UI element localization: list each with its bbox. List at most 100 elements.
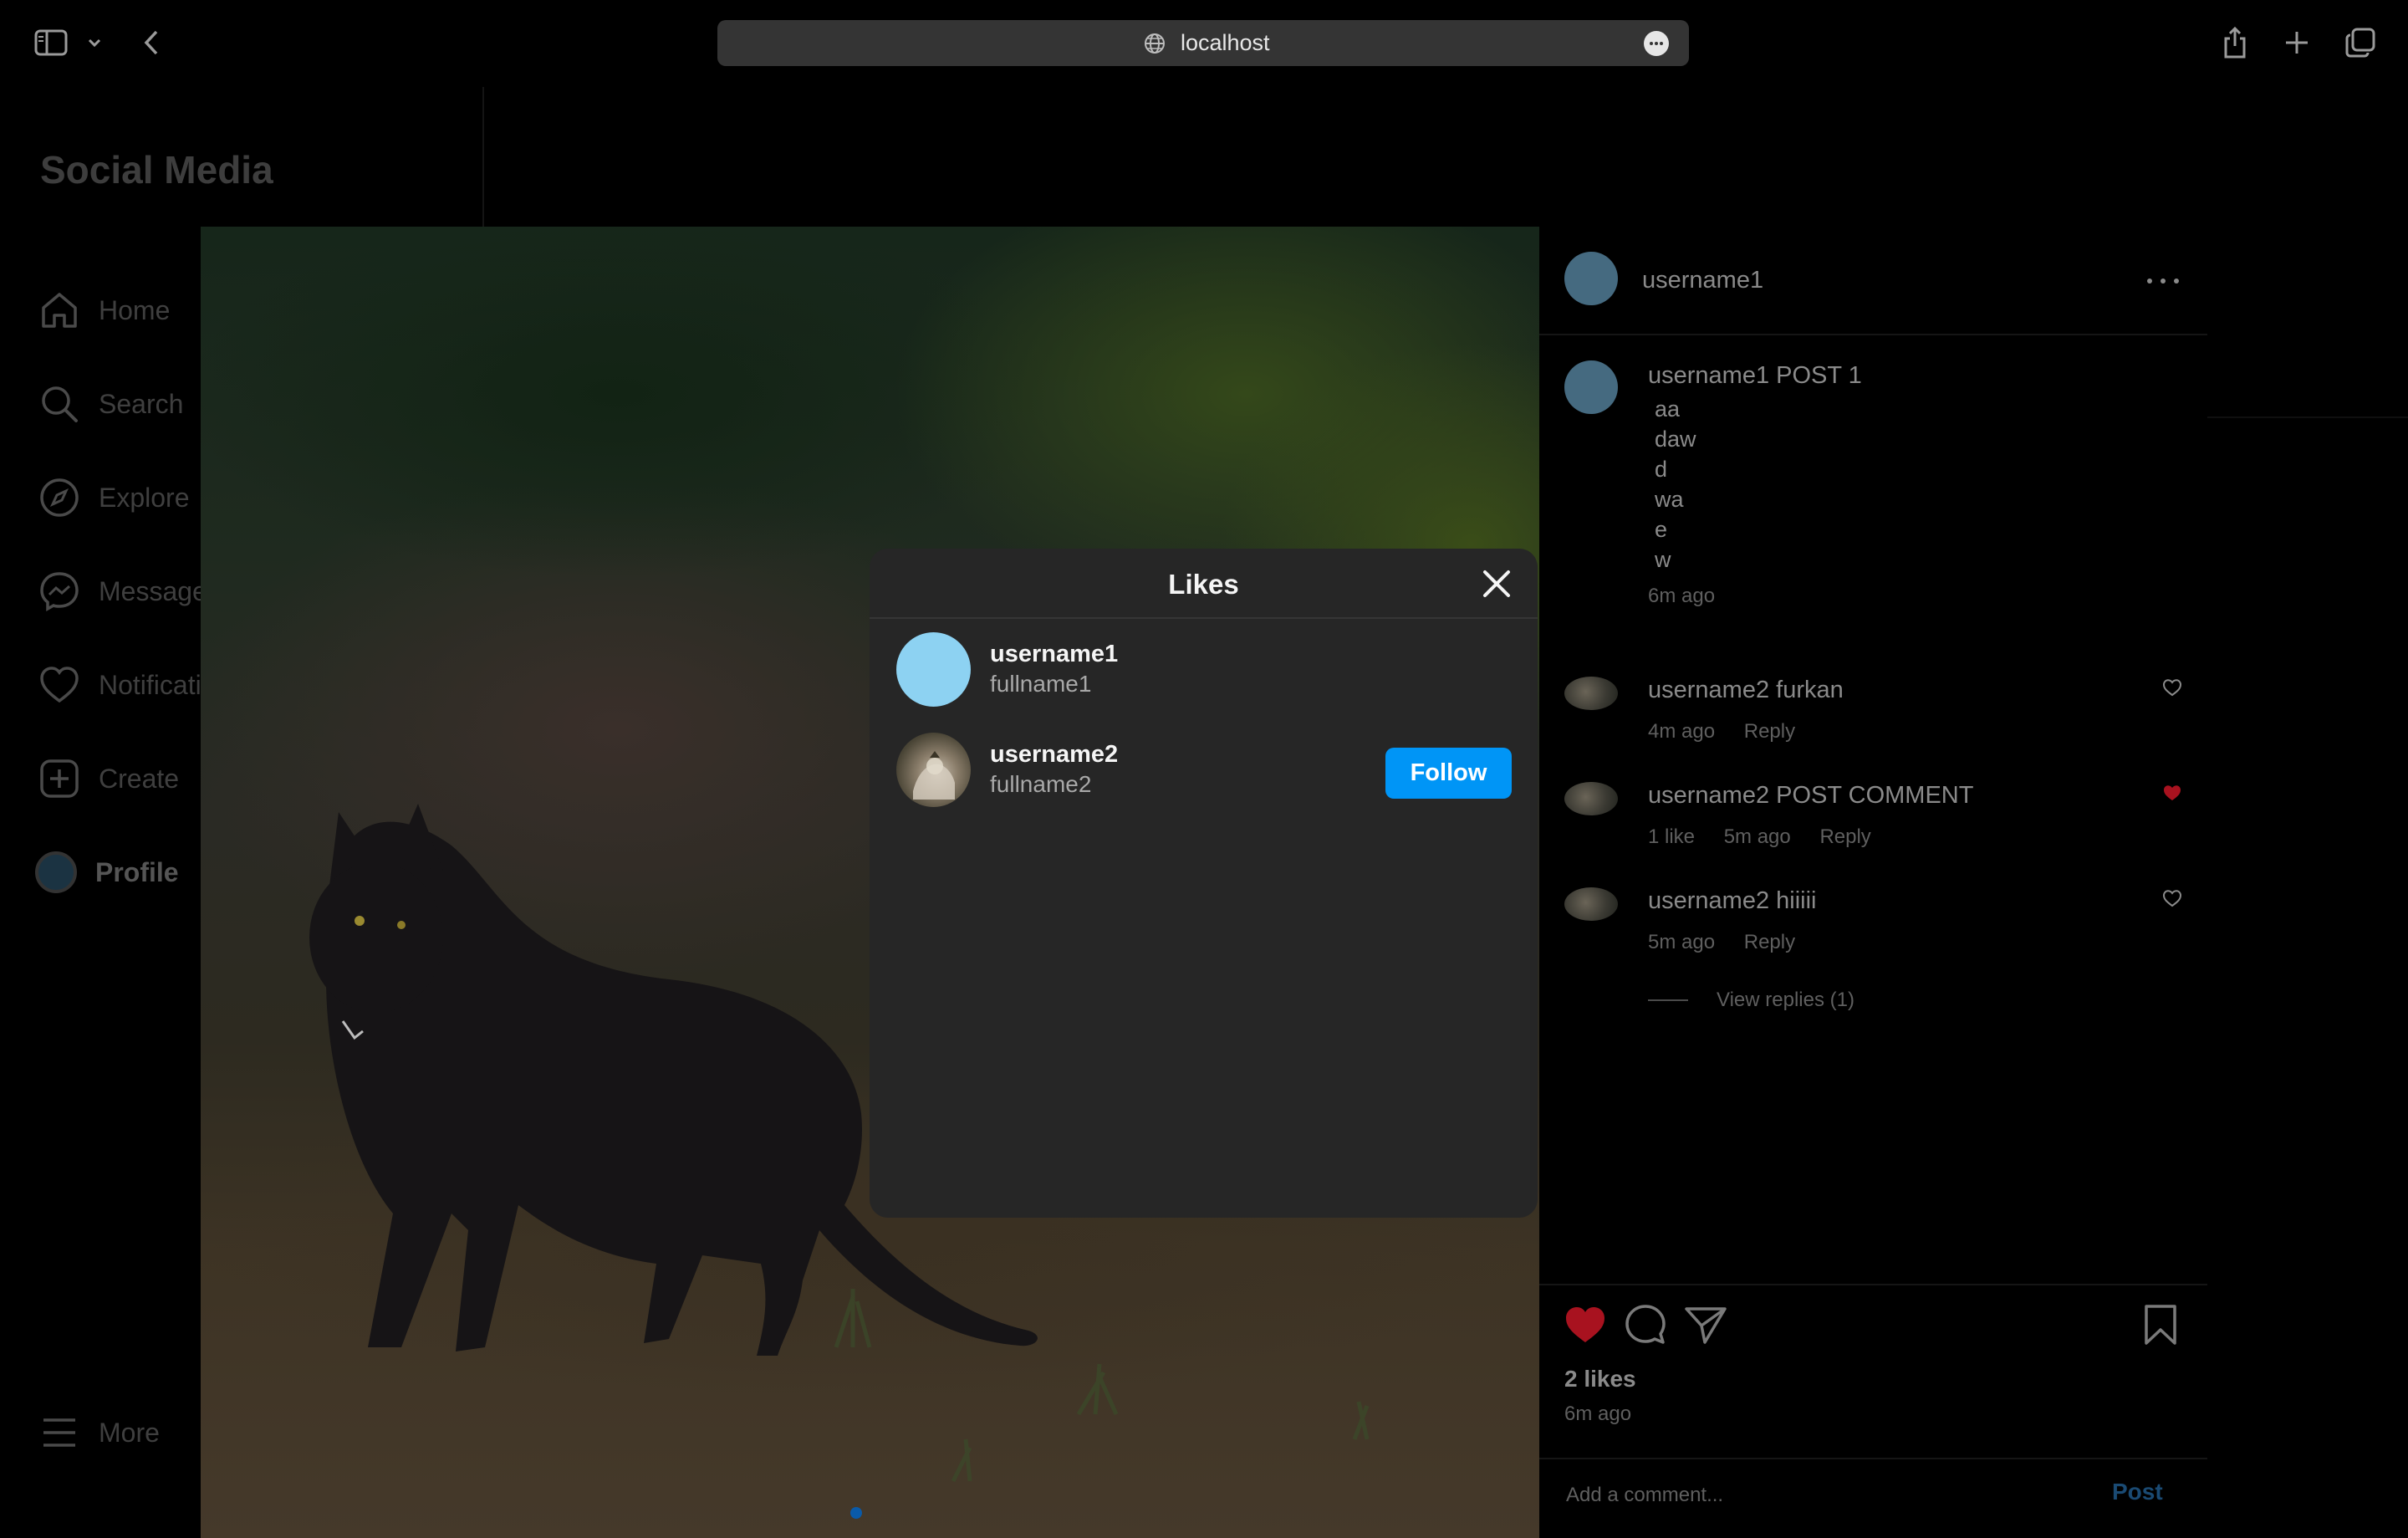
search-icon: [42, 386, 78, 422]
page-menu-icon[interactable]: [1644, 31, 1669, 56]
nav-more-label: More: [99, 1417, 160, 1448]
replies-line: [1648, 999, 1688, 1001]
nav-explore[interactable]: Explore: [38, 473, 190, 523]
comment-username[interactable]: username2: [1648, 677, 1769, 703]
caption-line: wa: [1655, 487, 1684, 512]
nav-create[interactable]: Create: [38, 754, 179, 804]
comment-liked-heart-icon[interactable]: [2162, 784, 2182, 802]
caption-time: 6m ago: [1648, 585, 1716, 607]
messenger-icon: [40, 572, 79, 612]
nav-search[interactable]: Search: [38, 379, 183, 429]
list-item: username1 fullname1: [896, 632, 1511, 708]
comment: username2 furkan 4m ago Reply: [1539, 677, 2207, 777]
url-text: localhost: [1181, 30, 1270, 55]
comment-like-icon[interactable]: [2162, 889, 2182, 907]
post-comment-button[interactable]: Post: [2112, 1479, 2163, 1505]
post-details: username1 username1 POST 1 aa daw d wa e…: [1539, 227, 2207, 1538]
caption-line: aa: [1655, 396, 1681, 422]
comment-like-icon[interactable]: [2162, 678, 2182, 697]
like-username[interactable]: username2: [990, 741, 1118, 769]
caption-lines: aa daw d wa e w: [1655, 394, 1696, 575]
caption-line: w: [1655, 547, 1671, 572]
comment-text: furkan: [1776, 677, 1844, 703]
browser-toolbar: localhost: [0, 0, 2408, 87]
share-icon[interactable]: [1683, 1302, 1728, 1347]
comment: username2 POST COMMENT 1 like 5m ago Rep…: [1539, 782, 2207, 882]
nav-home-label: Home: [99, 294, 171, 325]
comment-username[interactable]: username2: [1648, 887, 1769, 914]
globe-icon: [1145, 33, 1165, 54]
liked-heart-icon[interactable]: [1563, 1302, 1608, 1347]
caption: username1 POST 1: [1648, 362, 1862, 390]
likes-modal: Likes username1 fullname1 username2 full…: [870, 549, 1538, 1218]
like-fullname: fullname1: [990, 671, 1092, 697]
author-avatar[interactable]: [1564, 252, 1618, 305]
caption-line: e: [1655, 517, 1668, 542]
view-replies-label: View replies (1): [1717, 989, 1854, 1011]
caption-line: daw: [1655, 427, 1696, 452]
caption-avatar[interactable]: [1564, 360, 1618, 414]
divider: [1539, 1458, 2207, 1459]
reply-button[interactable]: Reply: [1744, 931, 1795, 953]
comment: username2 hiiiii 5m ago Reply: [1539, 887, 2207, 988]
divider: [1539, 1284, 2207, 1285]
heart-icon: [40, 667, 79, 703]
caption-text: POST 1: [1776, 362, 1862, 389]
avatar: [35, 851, 77, 893]
plus-square-icon: [40, 759, 79, 798]
nav-explore-label: Explore: [99, 482, 190, 513]
comment-username[interactable]: username2: [1648, 782, 1769, 809]
avatar[interactable]: [896, 632, 971, 707]
compass-icon: [40, 478, 79, 517]
caption-line: d: [1655, 457, 1668, 482]
nav-search-label: Search: [99, 388, 184, 419]
likes-count[interactable]: 2 likes: [1564, 1366, 1636, 1392]
nav-create-label: Create: [99, 763, 180, 794]
chevron-down-icon[interactable]: [87, 35, 102, 50]
comment-text: hiiiii: [1776, 887, 1817, 914]
follow-button[interactable]: Follow: [1385, 748, 1512, 799]
post-header: username1: [1539, 227, 2207, 335]
nav-profile[interactable]: Profile: [35, 847, 179, 897]
post-time: 6m ago: [1564, 1403, 1632, 1425]
address-bar[interactable]: localhost: [717, 20, 1689, 66]
divider: [870, 617, 1538, 619]
bookmark-icon[interactable]: [2138, 1302, 2183, 1347]
carousel-dot[interactable]: [850, 1507, 862, 1519]
list-item: username2 fullname2 Follow: [896, 733, 1512, 808]
reply-button[interactable]: Reply: [1819, 825, 1870, 848]
brand-logo[interactable]: Social Media: [40, 147, 273, 192]
nav-messages[interactable]: Messages: [38, 566, 221, 616]
comment-avatar[interactable]: [1564, 782, 1618, 815]
comment-input[interactable]: [1564, 1478, 2036, 1513]
close-icon[interactable]: [1478, 565, 1515, 602]
reply-button[interactable]: Reply: [1744, 720, 1795, 743]
more-options-icon[interactable]: [2147, 277, 2181, 285]
back-icon[interactable]: [140, 28, 162, 57]
avatar[interactable]: [896, 733, 971, 807]
caption-username[interactable]: username1: [1648, 362, 1769, 389]
sidebar-toggle-icon[interactable]: [33, 28, 69, 57]
comment-icon[interactable]: [1623, 1302, 1668, 1347]
nav-home[interactable]: Home: [38, 285, 170, 335]
nav-more[interactable]: More: [38, 1408, 160, 1458]
app-page: Social Media Home Search Explore Message…: [0, 87, 2408, 1538]
home-icon: [42, 293, 77, 328]
author-username[interactable]: username1: [1642, 267, 1763, 294]
menu-icon: [43, 1418, 75, 1447]
like-username[interactable]: username1: [990, 641, 1118, 668]
new-tab-icon[interactable]: [2283, 28, 2311, 57]
comment-time: 4m ago: [1648, 720, 1716, 743]
comment-avatar[interactable]: [1564, 887, 1618, 921]
nav-profile-label: Profile: [95, 856, 179, 887]
comment-text: POST COMMENT: [1776, 782, 1974, 809]
like-fullname: fullname2: [990, 771, 1092, 797]
comment-time: 5m ago: [1648, 931, 1716, 953]
view-replies-button[interactable]: View replies (1): [1648, 989, 1854, 1012]
comment-avatar[interactable]: [1564, 677, 1618, 710]
comment-likes[interactable]: 1 like: [1648, 825, 1695, 848]
share-icon[interactable]: [2221, 25, 2249, 60]
comment-time: 5m ago: [1723, 825, 1791, 848]
divider: [2207, 416, 2408, 418]
tab-overview-icon[interactable]: [2344, 27, 2376, 59]
